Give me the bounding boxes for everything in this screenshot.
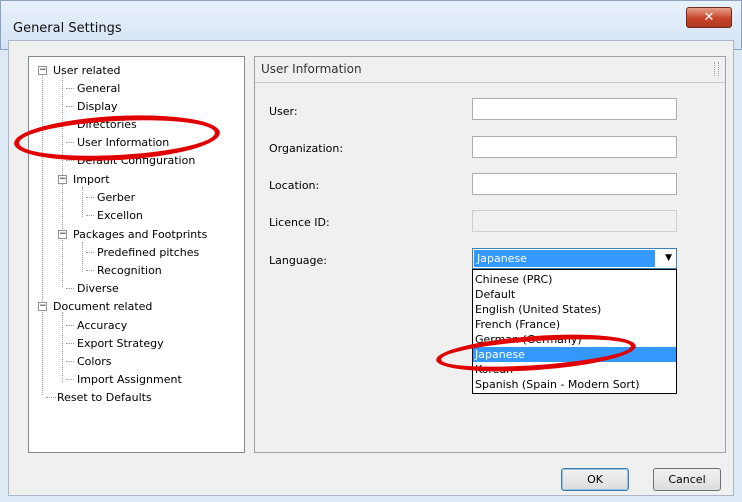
tree-line: [66, 361, 74, 362]
tree-item-import-assignment[interactable]: Import Assignment: [77, 373, 182, 387]
language-option[interactable]: Chinese (PRC): [473, 272, 676, 287]
collapse-icon[interactable]: −: [58, 175, 67, 184]
tree-line: [86, 197, 94, 198]
panel-header: User Information: [255, 57, 725, 83]
language-option[interactable]: English (United States): [473, 302, 676, 317]
tree-line: [86, 252, 94, 253]
user-label: User:: [269, 105, 298, 118]
ok-button[interactable]: OK: [561, 468, 629, 491]
tree-line: [86, 215, 94, 216]
tree-item-diverse[interactable]: Diverse: [77, 282, 119, 296]
tree-item-reset-defaults[interactable]: Reset to Defaults: [57, 391, 152, 405]
tree-item-colors[interactable]: Colors: [77, 355, 111, 369]
organization-label: Organization:: [269, 142, 344, 155]
tree-item-excellon[interactable]: Excellon: [97, 209, 143, 223]
tree-item-gerber[interactable]: Gerber: [97, 191, 135, 205]
tree-line: [62, 312, 63, 382]
tree-line: [82, 242, 83, 272]
licence-id-label: Licence ID:: [269, 216, 330, 229]
language-option[interactable]: Spanish (Spain - Modern Sort): [473, 377, 676, 392]
language-select[interactable]: Japanese ▼: [472, 248, 677, 269]
cancel-button[interactable]: Cancel: [653, 468, 721, 491]
tree-line: [42, 73, 43, 395]
tree-line: [86, 270, 94, 271]
location-label: Location:: [269, 179, 320, 192]
tree-line: [66, 88, 74, 89]
collapse-icon[interactable]: −: [38, 66, 47, 75]
collapse-icon[interactable]: −: [38, 302, 47, 311]
tree-item-packages-footprints[interactable]: Packages and Footprints: [73, 228, 207, 242]
tree-item-predefined-pitches[interactable]: Predefined pitches: [97, 246, 199, 260]
tree-line: [66, 379, 74, 380]
language-option[interactable]: French (France): [473, 317, 676, 332]
window-title: General Settings: [13, 21, 122, 36]
tree-line: [66, 343, 74, 344]
tree-item-general[interactable]: General: [77, 82, 120, 96]
tree-line: [46, 397, 56, 398]
tree-item-user-related[interactable]: User related: [53, 64, 120, 78]
tree-line: [66, 325, 74, 326]
chevron-down-icon[interactable]: ▼: [665, 253, 672, 263]
organization-input[interactable]: [472, 136, 677, 158]
language-option[interactable]: Default: [473, 287, 676, 302]
tree-item-display[interactable]: Display: [77, 100, 118, 114]
language-select-value: Japanese: [474, 250, 655, 267]
collapse-icon[interactable]: −: [58, 230, 67, 239]
tree-item-recognition[interactable]: Recognition: [97, 264, 162, 278]
location-input[interactable]: [472, 173, 677, 195]
tree-item-export-strategy[interactable]: Export Strategy: [77, 337, 164, 351]
panel-title: User Information: [261, 62, 362, 76]
user-input[interactable]: [472, 98, 677, 120]
close-button[interactable]: ✕: [686, 7, 732, 28]
tree-line: [66, 288, 74, 289]
language-label: Language:: [269, 254, 327, 267]
tree-line: [82, 187, 83, 217]
tree-line: [66, 106, 74, 107]
language-dropdown-list[interactable]: Chinese (PRC) Default English (United St…: [472, 269, 677, 394]
tree-item-accuracy[interactable]: Accuracy: [77, 319, 127, 333]
grip-icon: [714, 62, 719, 76]
tree-item-import[interactable]: Import: [73, 173, 110, 187]
tree-item-document-related[interactable]: Document related: [53, 300, 152, 314]
licence-id-input: [472, 210, 677, 232]
